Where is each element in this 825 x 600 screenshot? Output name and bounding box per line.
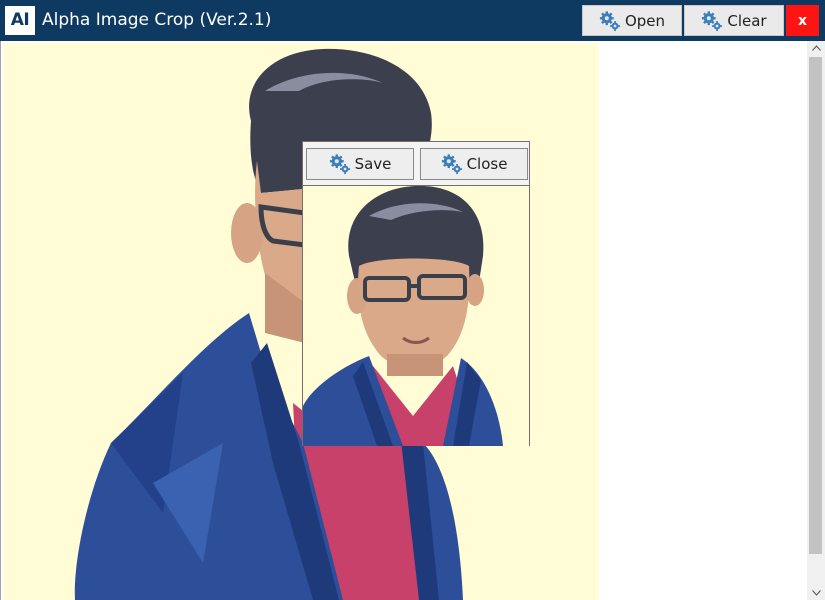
close-window-label: x [797, 12, 808, 29]
gears-icon [599, 10, 621, 32]
close-crop-button[interactable]: Close [420, 148, 528, 180]
save-button-label: Save [354, 155, 392, 173]
clear-button[interactable]: Clear [684, 5, 784, 36]
title-bar: AI Alpha Image Crop (Ver.2.1) Open Clear… [0, 0, 825, 41]
gears-icon [441, 153, 463, 175]
gears-icon [701, 10, 723, 32]
close-crop-label: Close [466, 155, 508, 173]
vertical-scrollbar[interactable] [807, 41, 825, 600]
scroll-thumb[interactable] [809, 57, 822, 554]
open-button[interactable]: Open [582, 5, 682, 36]
cropped-image-preview [303, 185, 529, 446]
crop-preview-panel[interactable]: Save Close [302, 141, 530, 446]
close-window-button[interactable]: x [786, 5, 819, 36]
clear-button-label: Clear [727, 11, 767, 30]
app-logo: AI [5, 6, 35, 35]
scroll-up-arrow[interactable] [807, 41, 825, 55]
window-title: Alpha Image Crop (Ver.2.1) [42, 10, 272, 30]
gears-icon [329, 153, 351, 175]
scroll-down-arrow[interactable] [807, 586, 825, 600]
open-button-label: Open [624, 11, 666, 30]
save-button[interactable]: Save [306, 148, 414, 180]
